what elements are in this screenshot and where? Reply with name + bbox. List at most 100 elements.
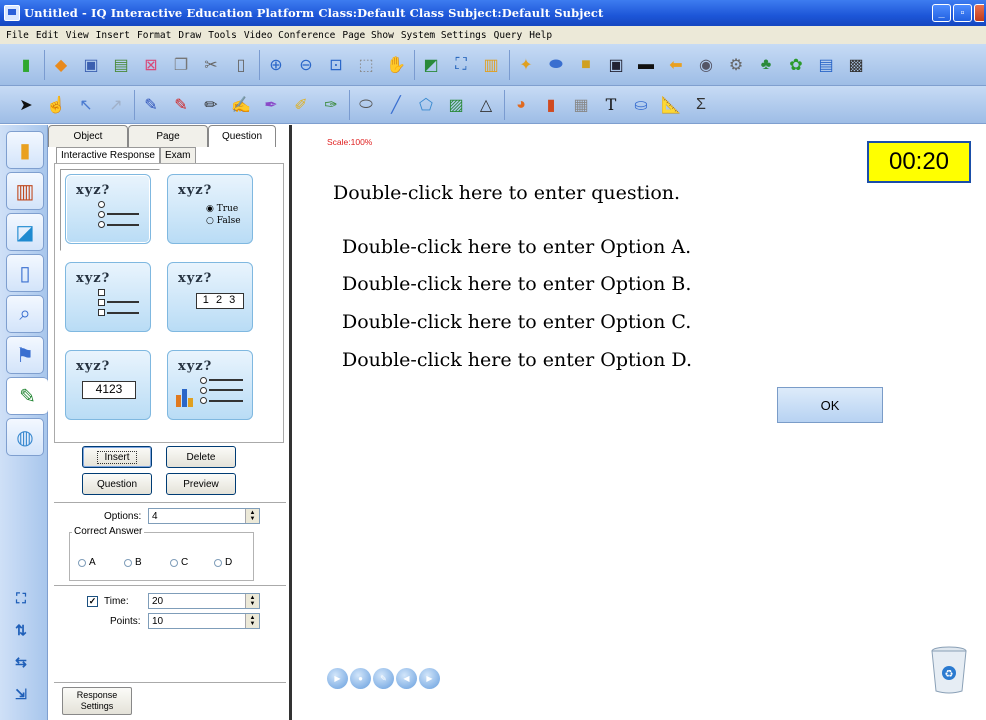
board-icon[interactable]: ■ [574,53,598,77]
question-button[interactable]: Question [82,473,152,495]
true-false-type[interactable]: xyz? ◉ True ○ False [167,174,253,244]
spinner-arrows-icon[interactable]: ▲ ▼ [245,594,259,608]
spinner-arrows-icon[interactable]: ▲ ▼ [245,614,259,628]
copy-icon[interactable]: ❐ [169,53,193,77]
highlighter-icon[interactable]: ✍ [229,93,253,117]
zoom-menu-icon[interactable]: ⊡ [324,53,348,77]
smart-pen-icon[interactable]: ✑ [319,93,343,117]
camera-icon[interactable]: ◉ [694,53,718,77]
book-tab-icon[interactable]: ▯ [6,254,44,292]
menu-format[interactable]: Format [137,30,171,41]
arrow-icon[interactable]: ↖ [74,93,98,117]
classroom-icon[interactable]: ♣ [754,53,778,77]
new-page-icon[interactable]: ▮ [14,53,38,77]
menu-edit[interactable]: Edit [36,30,59,41]
close-button[interactable] [974,4,984,22]
stop-circle-icon[interactable]: ● [350,668,371,689]
prev-page-icon[interactable]: ◀ [396,668,417,689]
countdown-timer[interactable]: 00:20 [867,141,971,183]
subtab-interactive-response[interactable]: Interactive Response [56,147,160,163]
brush-icon[interactable]: ✐ [289,93,313,117]
hand-pointer-icon[interactable]: ☝ [44,93,68,117]
table-icon[interactable]: ▦ [569,93,593,117]
eraser-icon[interactable]: ⬬ [544,53,568,77]
formula-icon[interactable]: Σ [689,93,713,117]
red-pen-icon[interactable]: ✎ [169,93,193,117]
fullscreen-icon[interactable]: ⛶ [449,53,473,77]
line-icon[interactable]: ╱ [384,93,408,117]
tools-icon[interactable]: ⚙ [724,53,748,77]
response-settings-button[interactable]: Response Settings [62,687,132,715]
paint-icon[interactable]: ✿ [784,53,808,77]
question-tab-icon[interactable]: ✎ [6,377,48,415]
answer-radio-d[interactable]: D [214,557,232,568]
multiple-choice-type[interactable]: xyz? [65,262,151,332]
media-tab-icon[interactable]: ◪ [6,213,44,251]
points-spinner[interactable]: 10 ▲ ▼ [148,613,260,629]
globe-tab-icon[interactable]: ◍ [6,418,44,456]
search-tab-icon[interactable]: ⌕ [6,295,44,333]
poll-type[interactable]: xyz? [167,350,253,420]
swap-horizontal-icon[interactable]: ⇆ [10,651,32,673]
option-d-text[interactable]: Double-click here to enter Option D. [342,349,692,371]
ok-button[interactable]: OK [777,387,883,423]
bar-icon[interactable]: ▮ [539,93,563,117]
record-icon[interactable]: ▥ [479,53,503,77]
time-spinner[interactable]: 20 ▲ ▼ [148,593,260,609]
line-arrow-icon[interactable]: ↗ [104,93,128,117]
page-tab-icon[interactable]: ▮ [6,131,44,169]
menu-help[interactable]: Help [529,30,552,41]
save-icon[interactable]: ▣ [79,53,103,77]
select-arrow-icon[interactable]: ➤ [14,93,38,117]
minimize-button[interactable]: _ [932,4,951,22]
answer-radio-c[interactable]: C [170,557,188,568]
pie-icon[interactable]: ◕ [509,93,533,117]
swap-vertical-icon[interactable]: ⇅ [10,619,32,641]
stop-icon[interactable]: ▩ [844,53,868,77]
slide-canvas[interactable]: Scale:100% 00:20 Double-click here to en… [295,125,986,720]
play-icon[interactable]: ▶ [327,668,348,689]
next-page-icon[interactable]: ▶ [419,668,440,689]
text-icon[interactable]: T [599,93,623,117]
ordering-type[interactable]: xyz? 1 2 3 [167,262,253,332]
fill-icon[interactable]: ⛀ [629,93,653,117]
fit-icon[interactable]: ⬚ [354,53,378,77]
subtab-exam[interactable]: Exam [159,147,196,163]
cut-icon[interactable]: ✂ [199,53,223,77]
option-b-text[interactable]: Double-click here to enter Option B. [342,273,691,295]
options-spinner[interactable]: 4 ▲ ▼ [148,508,260,524]
triangle-icon[interactable]: △ [474,93,498,117]
pen-icon[interactable]: ✎ [139,93,163,117]
window-icon[interactable]: ▤ [814,53,838,77]
menu-query[interactable]: Query [494,30,523,41]
answer-radio-a[interactable]: A [78,557,96,568]
marker-icon[interactable]: ✒ [259,93,283,117]
menu-page-show[interactable]: Page Show [342,30,393,41]
spinner-arrows-icon[interactable]: ▲ ▼ [245,509,259,523]
menu-tools[interactable]: Tools [208,30,237,41]
menu-video-conference[interactable]: Video Conference [244,30,336,41]
recycle-bin-icon[interactable]: ♻ [929,645,969,695]
tab-question[interactable]: Question [208,125,276,147]
question-text[interactable]: Double-click here to enter question. [333,182,680,204]
image-icon[interactable]: ▤ [109,53,133,77]
app-icon[interactable] [4,5,20,21]
menu-file[interactable]: File [6,30,29,41]
screen-icon[interactable]: ▬ [634,53,658,77]
answer-radio-b[interactable]: B [124,557,142,568]
shape-icon[interactable]: ⬠ [414,93,438,117]
single-choice-type[interactable]: xyz? [65,174,151,244]
maximize-button[interactable]: ▫ [953,4,972,22]
hand-icon[interactable]: ✋ [384,53,408,77]
pencil-icon[interactable]: ✏ [199,93,223,117]
pen-circle-icon[interactable]: ✎ [373,668,394,689]
flag-tab-icon[interactable]: ⚑ [6,336,44,374]
zoom-in-icon[interactable]: ⊕ [264,53,288,77]
tab-page[interactable]: Page [128,125,208,147]
numeric-type[interactable]: xyz? 4123 [65,350,151,420]
option-c-text[interactable]: Double-click here to enter Option C. [342,311,691,333]
clear-icon[interactable]: ⊠ [139,53,163,77]
magic-icon[interactable]: ✦ [514,53,538,77]
resource-tab-icon[interactable]: ▥ [6,172,44,210]
menu-system-settings[interactable]: System Settings [401,30,487,41]
